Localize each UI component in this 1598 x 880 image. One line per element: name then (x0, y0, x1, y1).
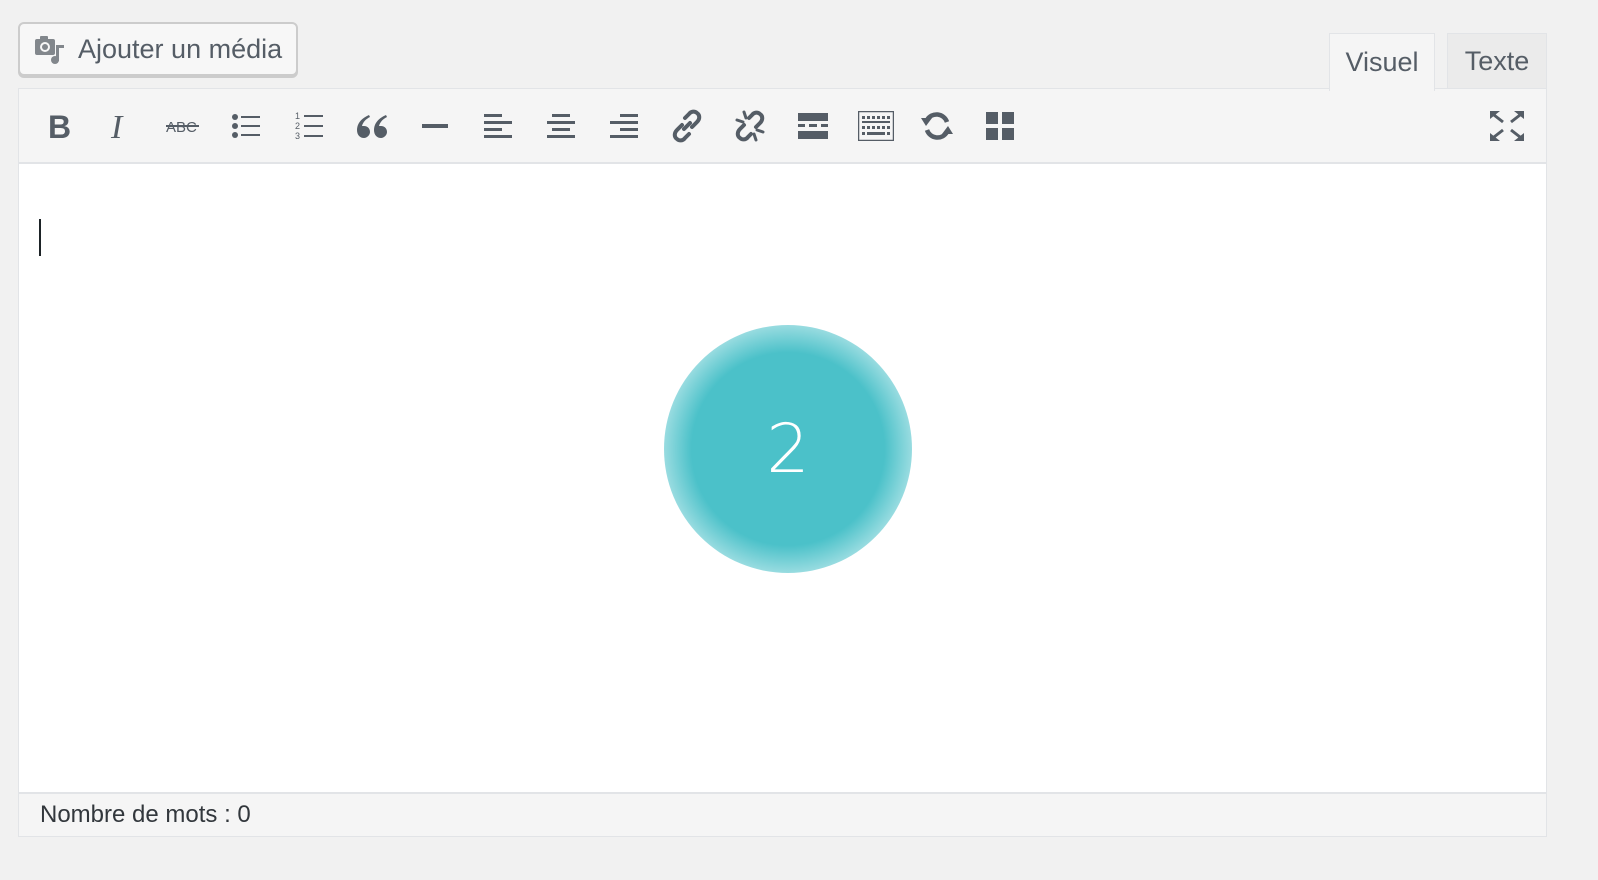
remove-link-button[interactable] (732, 108, 768, 144)
align-right-button[interactable] (606, 108, 642, 144)
svg-text:I: I (110, 111, 124, 141)
refresh-icon (920, 110, 954, 142)
horizontal-line-icon (422, 123, 448, 129)
media-icon (34, 33, 66, 65)
svg-text:B: B (48, 111, 70, 141)
bold-icon: B (46, 111, 70, 141)
bulleted-list-icon (232, 112, 260, 140)
link-icon (670, 109, 704, 143)
hotspot-number: 2 (766, 409, 810, 489)
svg-text:1: 1 (295, 111, 300, 121)
unlink-icon (733, 109, 767, 143)
align-left-button[interactable] (480, 108, 516, 144)
bold-button[interactable]: B (40, 108, 76, 144)
read-more-button[interactable] (795, 108, 831, 144)
svg-text:ABC: ABC (166, 119, 197, 136)
insert-link-button[interactable] (669, 108, 705, 144)
text-caret (39, 219, 41, 256)
bulleted-list-button[interactable] (228, 108, 264, 144)
blockquote-button[interactable] (354, 108, 390, 144)
svg-text:3: 3 (295, 131, 300, 141)
keyboard-icon (858, 111, 894, 141)
word-count-separator: : (217, 801, 238, 828)
read-more-icon (798, 112, 828, 140)
align-left-icon (484, 112, 512, 140)
align-center-icon (547, 112, 575, 140)
align-right-icon (610, 112, 638, 140)
grid-icon (986, 112, 1014, 140)
word-count-value: 0 (237, 801, 251, 828)
italic-icon: I (108, 111, 132, 141)
refresh-button[interactable] (919, 108, 955, 144)
horizontal-line-button[interactable] (417, 108, 453, 144)
numbered-list-icon: 1 2 3 (295, 111, 323, 141)
italic-button[interactable]: I (102, 108, 138, 144)
toolbar-toggle-button[interactable] (856, 108, 896, 144)
formatting-toolbar: B I ABC 1 2 3 (19, 89, 1546, 164)
fullscreen-button[interactable] (1489, 108, 1525, 144)
more-blocks-button[interactable] (982, 108, 1018, 144)
tab-texte[interactable]: Texte (1447, 33, 1547, 89)
add-media-label: Ajouter un média (78, 33, 283, 64)
editor: B I ABC 1 2 3 2 Nombre de mots: 0 (18, 88, 1547, 837)
tab-visuel[interactable]: Visuel (1329, 33, 1435, 91)
quote-icon (356, 113, 388, 139)
strikethrough-icon: ABC (166, 116, 200, 136)
word-count-label: Nombre de mots (40, 801, 218, 828)
status-bar: Nombre de mots : 0 (19, 792, 1546, 836)
strikethrough-button[interactable]: ABC (165, 108, 201, 144)
editor-content[interactable]: 2 (19, 164, 1546, 793)
fullscreen-icon (1490, 111, 1524, 141)
numbered-list-button[interactable]: 1 2 3 (291, 108, 327, 144)
add-media-button[interactable]: Ajouter un média (18, 22, 298, 76)
align-center-button[interactable] (543, 108, 579, 144)
svg-text:2: 2 (295, 121, 300, 131)
tour-hotspot[interactable]: 2 (664, 325, 912, 573)
